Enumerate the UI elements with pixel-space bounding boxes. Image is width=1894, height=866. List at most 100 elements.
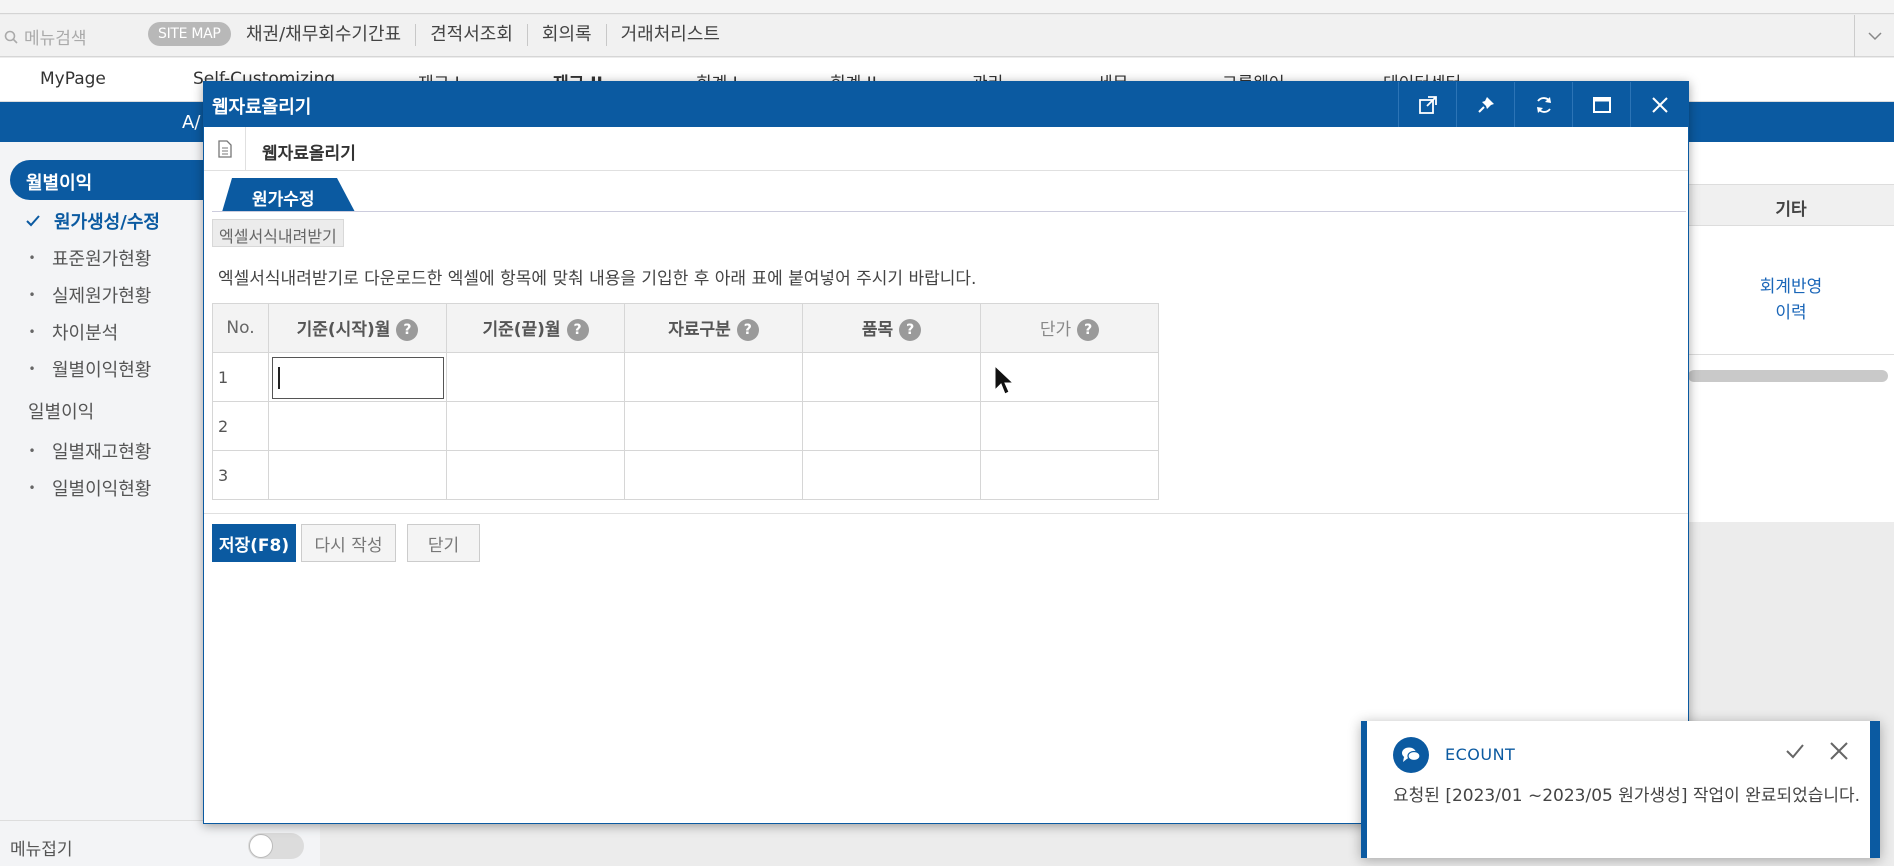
- dialog-window-buttons: [1398, 82, 1688, 127]
- sidebar-item-daily-inventory[interactable]: • 일별재고현황: [26, 438, 151, 464]
- horizontal-scrollbar[interactable]: [1688, 370, 1888, 382]
- save-button[interactable]: 저장(F8): [212, 524, 296, 562]
- link-line-2: 이력: [1775, 303, 1807, 323]
- sidebar-item-label: 차이분석: [52, 323, 119, 344]
- close-dialog-button[interactable]: [1630, 82, 1688, 127]
- cell-item[interactable]: [802, 401, 981, 451]
- cell-end-month[interactable]: [446, 352, 625, 402]
- submenu-label[interactable]: A/: [182, 112, 200, 133]
- header-label: 단가: [1039, 320, 1072, 340]
- cell-unit-price[interactable]: [980, 450, 1159, 500]
- sidebar-item-label: 일별재고현황: [52, 442, 152, 463]
- cell-unit-price[interactable]: [980, 401, 1159, 451]
- bullet-icon: •: [28, 288, 36, 302]
- close-button[interactable]: 닫기: [407, 524, 480, 562]
- header-item: 품목?: [802, 303, 981, 353]
- help-icon[interactable]: ?: [396, 319, 419, 341]
- refresh-icon: [1536, 96, 1551, 113]
- cell-data-type[interactable]: [624, 352, 803, 402]
- quicklink-2[interactable]: 견적서조회: [415, 24, 527, 46]
- guide-text: 엑셀서식내려받기로 다운로드한 엑셀에 항목에 맞춰 내용을 기입한 후 아래 …: [218, 269, 977, 289]
- dialog-subheader: 웹자료올리기: [204, 127, 1688, 171]
- cell-item[interactable]: [802, 352, 981, 402]
- sidebar-group-monthly-profit[interactable]: 월별이익: [10, 160, 210, 200]
- help-icon[interactable]: ?: [1077, 319, 1100, 341]
- header-unit-price: 단가?: [980, 303, 1159, 353]
- quicklink-3[interactable]: 회의록: [526, 24, 606, 46]
- text-caret: [278, 367, 280, 389]
- cell-editor-input[interactable]: [272, 357, 444, 399]
- cell-start-month[interactable]: [268, 352, 447, 402]
- sidebar-footer: 메뉴접기: [0, 820, 320, 866]
- rewrite-button[interactable]: 다시 작성: [301, 524, 396, 562]
- toggle-knob: [249, 834, 273, 858]
- search-row: 메뉴검색 SITE MAP 채권/채무회수기간표 견적서조회 회의록 거래처리스…: [0, 15, 1894, 57]
- sitemap-button[interactable]: SITE MAP: [148, 22, 231, 46]
- cell-end-month[interactable]: [446, 450, 625, 500]
- close-icon[interactable]: [1829, 741, 1849, 761]
- upload-table: No. 기준(시작)월? 기준(끝)월? 자료구분? 품목? 단가? 1 2 3: [212, 303, 1159, 500]
- cell-start-month[interactable]: [268, 450, 447, 500]
- table-header-row: No. 기준(시작)월? 기준(끝)월? 자료구분? 품목? 단가?: [212, 303, 1159, 353]
- quicklink-4[interactable]: 거래처리스트: [605, 24, 734, 46]
- sidebar-item-standard-cost[interactable]: • 표준원가현황: [26, 245, 151, 271]
- table-row: 3: [212, 450, 1159, 500]
- external-link-icon: [1418, 95, 1437, 114]
- close-icon: [1651, 96, 1668, 113]
- document-icon: [204, 127, 246, 171]
- notification-toast: ECOUNT 요청된 [2023/01 ~2023/05 원가생성] 작업이 완…: [1361, 721, 1880, 858]
- table-row: 1: [212, 352, 1159, 402]
- background-content: 기타 회계반영 이력: [1688, 142, 1894, 522]
- search-input[interactable]: 메뉴검색: [24, 24, 87, 49]
- sidebar-item-cost-create[interactable]: 원가생성/수정: [26, 208, 160, 234]
- cell-data-type[interactable]: [624, 401, 803, 451]
- bullet-icon: •: [28, 362, 36, 376]
- help-icon[interactable]: ?: [736, 319, 759, 341]
- help-icon[interactable]: ?: [899, 319, 922, 341]
- header-label: 자료구분: [668, 320, 731, 340]
- maximize-button[interactable]: [1572, 82, 1630, 127]
- help-icon[interactable]: ?: [566, 319, 589, 341]
- mouse-cursor-icon: [994, 365, 1015, 395]
- header-label: 품목: [861, 320, 894, 340]
- tab-label: 원가수정: [252, 190, 315, 210]
- cell-data-type[interactable]: [624, 450, 803, 500]
- sidebar-item-actual-cost[interactable]: • 실제원가현황: [26, 282, 151, 308]
- sidebar-item-variance[interactable]: • 차이분석: [26, 319, 118, 345]
- download-excel-template-button[interactable]: 엑셀서식내려받기: [212, 219, 344, 247]
- cell-item[interactable]: [802, 450, 981, 500]
- sidebar-item-daily-profit-status[interactable]: • 일별이익현황: [26, 475, 151, 501]
- sidebar-item-label: 원가생성/수정: [54, 212, 160, 233]
- divider: [1688, 354, 1894, 355]
- refresh-button[interactable]: [1514, 82, 1572, 127]
- header-label: 기준(시작)월: [296, 320, 391, 340]
- bullet-icon: •: [28, 444, 36, 458]
- popout-button[interactable]: [1398, 82, 1456, 127]
- check-icon[interactable]: [1785, 743, 1805, 759]
- collapse-menu-toggle[interactable]: [248, 833, 304, 859]
- row-number: 1: [212, 352, 269, 402]
- web-upload-dialog: 웹자료올리기 웹자료올리기 원가수정 엑셀서식내려받기 엑셀서식내려받기로 다운…: [203, 81, 1689, 824]
- cell-start-month[interactable]: [268, 401, 447, 451]
- accounting-history-link[interactable]: 회계반영 이력: [1688, 274, 1894, 326]
- header-end-month: 기준(끝)월?: [446, 303, 625, 353]
- sidebar-item-monthly-profit-status[interactable]: • 월별이익현황: [26, 356, 151, 382]
- tab-underline: [212, 211, 1686, 212]
- dialog-titlebar[interactable]: 웹자료올리기: [204, 82, 1688, 127]
- quicklinks-dropdown[interactable]: [1854, 15, 1894, 57]
- menu-search[interactable]: 메뉴검색: [4, 24, 87, 49]
- row-number: 3: [212, 450, 269, 500]
- sidebar-item-label: 실제원가현황: [52, 286, 152, 307]
- button-row-divider: [204, 513, 1688, 514]
- dialog-title: 웹자료올리기: [212, 97, 312, 118]
- menu-mypage[interactable]: MyPage: [40, 69, 106, 89]
- search-icon: [4, 30, 18, 44]
- pin-button[interactable]: [1456, 82, 1514, 127]
- link-line-1: 회계반영: [1759, 277, 1823, 297]
- maximize-icon: [1592, 96, 1611, 113]
- sidebar-group-daily-profit[interactable]: 일별이익: [28, 398, 94, 424]
- quicklink-1[interactable]: 채권/채무회수기간표: [246, 24, 415, 46]
- table-row: 2: [212, 401, 1159, 451]
- cell-end-month[interactable]: [446, 401, 625, 451]
- sidebar: 월별이익 원가생성/수정 • 표준원가현황 • 실제원가현황 • 차이분석 • …: [0, 142, 210, 866]
